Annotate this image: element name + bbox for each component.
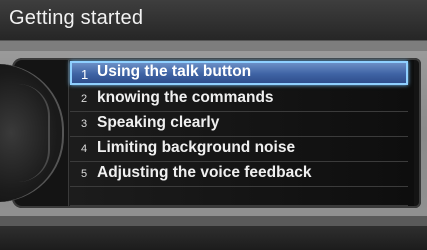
- menu-item-using-talk-button[interactable]: 1 Using the talk button: [70, 61, 408, 85]
- title-bar: Getting started: [0, 0, 427, 41]
- menu-item-limiting-noise[interactable]: 4 Limiting background noise: [70, 137, 408, 162]
- menu-item-label: Speaking clearly: [97, 114, 220, 131]
- menu-item-number: 3: [81, 118, 88, 130]
- screen-title: Getting started: [9, 7, 144, 29]
- menu-item-knowing-commands[interactable]: 2 knowing the commands: [70, 87, 408, 112]
- nav-screen: Getting started 1 Using the talk button …: [0, 0, 427, 250]
- bottom-bar: [0, 226, 427, 250]
- menu-item-label: Limiting background noise: [97, 139, 296, 156]
- menu-item-label: Adjusting the voice feedback: [97, 164, 312, 181]
- menu-item-number: 1: [81, 67, 89, 82]
- menu-item-adjusting-feedback[interactable]: 5 Adjusting the voice feedback: [70, 162, 408, 187]
- menu-item-number: 5: [81, 168, 88, 180]
- menu-item-number: 2: [81, 93, 88, 105]
- menu-item-number: 4: [81, 143, 88, 155]
- menu-item-label: knowing the commands: [97, 89, 274, 106]
- menu-item-label: Using the talk button: [97, 63, 252, 80]
- menu-empty-row: [70, 187, 408, 206]
- bottom-divider: [0, 216, 427, 226]
- menu-item-speaking-clearly[interactable]: 3 Speaking clearly: [70, 112, 408, 137]
- top-divider: [0, 41, 427, 51]
